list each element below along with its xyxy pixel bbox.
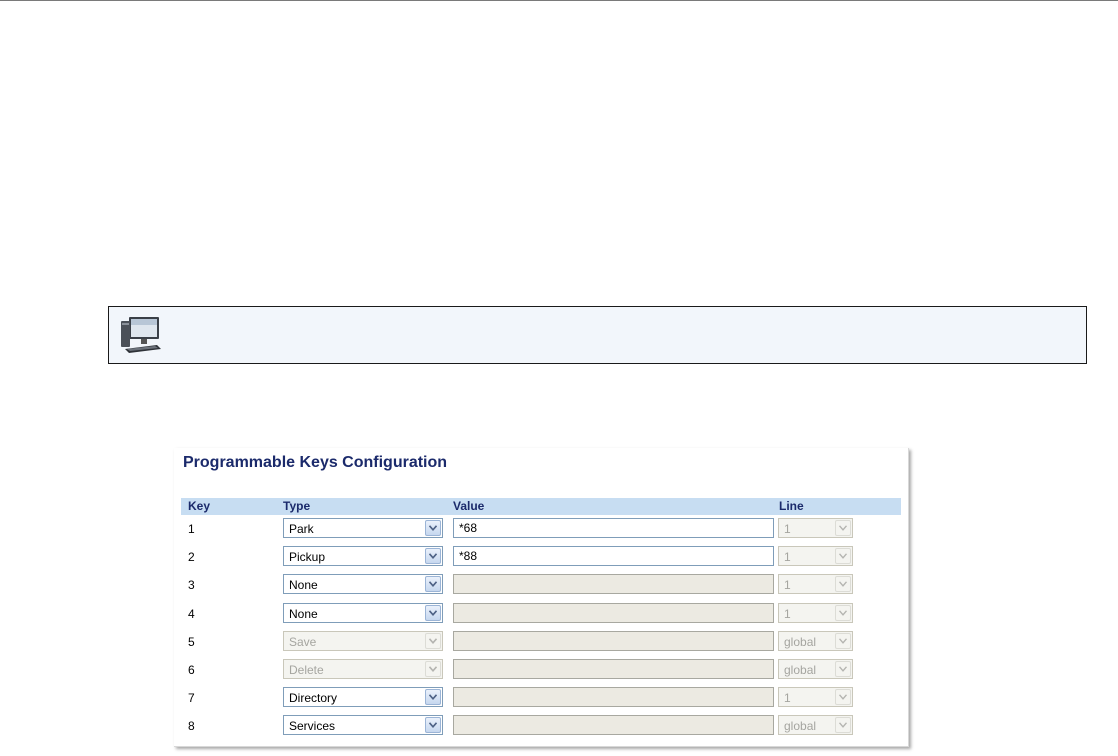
value-input[interactable] — [453, 631, 774, 651]
column-header-key: Key — [188, 499, 211, 513]
top-divider — [0, 0, 1118, 1]
type-select[interactable]: Delete — [283, 659, 443, 679]
column-header-value: Value — [453, 499, 485, 513]
panel-title: Programmable Keys Configuration — [183, 454, 448, 471]
line-select-value: 1 — [784, 607, 791, 621]
chevron-down-icon — [835, 520, 851, 536]
column-header-type: Type — [283, 499, 311, 513]
value-input[interactable] — [453, 715, 774, 735]
table-row: 6 Delete global — [181, 659, 901, 681]
table-row: 8 Services global — [181, 715, 901, 737]
key-number: 8 — [188, 719, 195, 733]
type-select-value: Park — [289, 522, 314, 536]
value-input[interactable] — [453, 518, 774, 538]
programmable-keys-panel: Programmable Keys Configuration Key Type… — [174, 448, 909, 747]
note-box — [108, 306, 1087, 364]
chevron-down-icon — [835, 576, 851, 592]
chevron-down-icon — [835, 689, 851, 705]
table-row: 2 Pickup 1 — [181, 546, 901, 568]
chevron-down-icon — [425, 605, 441, 621]
line-select[interactable]: 1 — [778, 603, 853, 623]
line-select[interactable]: global — [778, 715, 853, 735]
line-select[interactable]: 1 — [778, 546, 853, 566]
key-number: 6 — [188, 663, 195, 677]
key-number: 1 — [188, 522, 195, 536]
line-select[interactable]: 1 — [778, 574, 853, 594]
key-number: 7 — [188, 691, 195, 705]
chevron-down-icon — [425, 689, 441, 705]
type-select-value: Services — [289, 719, 336, 733]
line-select-value: global — [784, 635, 817, 649]
line-select-value: global — [784, 719, 817, 733]
table-row: 7 Directory 1 — [181, 687, 901, 709]
type-select-value: None — [289, 607, 318, 621]
table-header: Key Type Value Line — [181, 498, 901, 515]
line-select[interactable]: 1 — [778, 687, 853, 707]
type-select[interactable]: None — [283, 574, 443, 594]
chevron-down-icon — [835, 605, 851, 621]
key-number: 2 — [188, 550, 195, 564]
type-select[interactable]: Services — [283, 715, 443, 735]
line-select[interactable]: 1 — [778, 518, 853, 538]
type-select[interactable]: None — [283, 603, 443, 623]
value-input[interactable] — [453, 574, 774, 594]
line-select[interactable]: global — [778, 631, 853, 651]
line-select-value: 1 — [784, 578, 791, 592]
type-select-value: Directory — [289, 691, 338, 705]
line-select-value: 1 — [784, 691, 791, 705]
chevron-down-icon — [835, 717, 851, 733]
value-input[interactable] — [453, 546, 774, 566]
table-row: 4 None 1 — [181, 603, 901, 625]
key-number: 4 — [188, 607, 195, 621]
chevron-down-icon — [425, 717, 441, 733]
key-number: 5 — [188, 635, 195, 649]
type-select-value: Delete — [289, 663, 324, 677]
line-select-value: global — [784, 663, 817, 677]
chevron-down-icon — [425, 576, 441, 592]
chevron-down-icon — [835, 548, 851, 564]
type-select-value: Pickup — [289, 550, 326, 564]
type-select[interactable]: Park — [283, 518, 443, 538]
chevron-down-icon — [425, 633, 441, 649]
chevron-down-icon — [835, 633, 851, 649]
chevron-down-icon — [425, 520, 441, 536]
type-select-value: Save — [289, 635, 317, 649]
value-input[interactable] — [453, 659, 774, 679]
chevron-down-icon — [835, 661, 851, 677]
table-row: 3 None 1 — [181, 574, 901, 596]
type-select[interactable]: Directory — [283, 687, 443, 707]
line-select[interactable]: global — [778, 659, 853, 679]
type-select[interactable]: Save — [283, 631, 443, 651]
type-select-value: None — [289, 578, 318, 592]
value-input[interactable] — [453, 603, 774, 623]
key-number: 3 — [188, 578, 195, 592]
computer-icon — [121, 317, 161, 353]
table-row: 1 Park 1 — [181, 518, 901, 540]
line-select-value: 1 — [784, 550, 791, 564]
line-select-value: 1 — [784, 522, 791, 536]
type-select[interactable]: Pickup — [283, 546, 443, 566]
value-input[interactable] — [453, 687, 774, 707]
chevron-down-icon — [425, 661, 441, 677]
table-row: 5 Save global — [181, 631, 901, 653]
column-header-line: Line — [779, 499, 804, 513]
chevron-down-icon — [425, 548, 441, 564]
